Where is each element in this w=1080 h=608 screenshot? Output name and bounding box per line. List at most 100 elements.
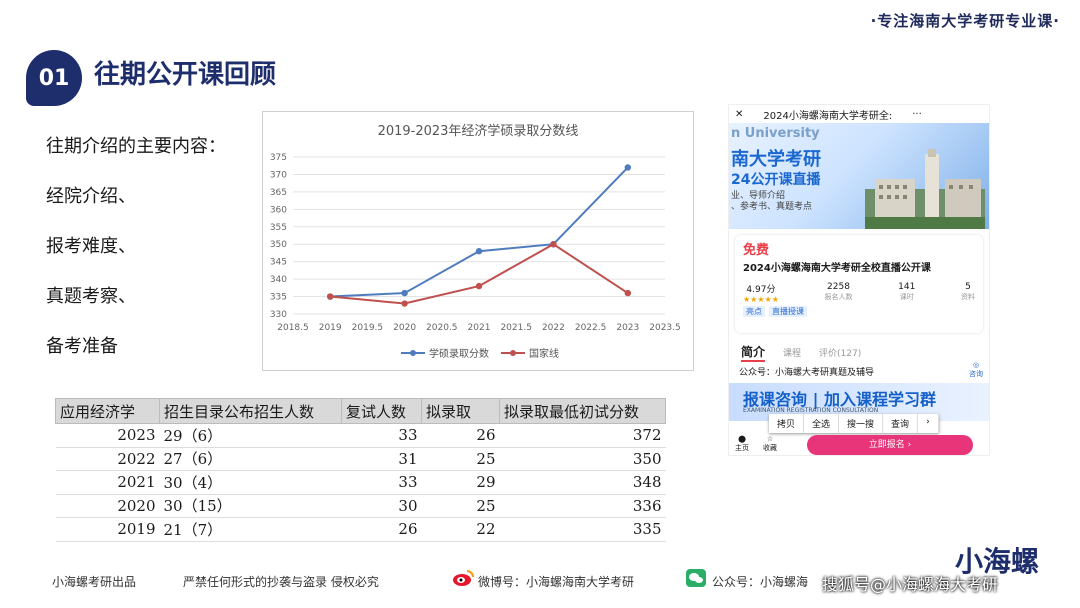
table-cell: 31 [341,447,422,471]
x-tick-label: 2019.5 [352,323,384,333]
table-header-cell: 拟录取最低初试分数 [499,398,666,424]
x-tick-label: 2020.5 [426,323,458,333]
data-point [475,248,483,255]
wechat-icon [686,569,706,587]
table-cell: 21（7） [159,517,342,542]
legend-label: 国家线 [529,347,559,360]
intro-line: 备考准备 [46,336,118,357]
table-cell: 30（4） [159,470,342,495]
enroll-button[interactable]: 立即报名 › [807,435,973,455]
tag: 直播授课 [769,306,807,317]
data-point [401,289,408,297]
intro-line: 报考难度、 [46,236,136,257]
star-rating-icon: ★★★★★ [743,295,779,304]
table-cell: 30 [341,494,422,518]
tagline: ·专注海南大学考研专业课· [870,12,1060,30]
table-header-cell: 拟录取 [421,398,500,424]
table-cell: 2021 [55,470,160,495]
table-row: 2023 29（6） 33 26 372 [55,423,666,448]
table-cell: 335 [499,517,666,542]
footer-wechat: 公众号：小海螺海 [712,575,809,589]
home-button[interactable]: ⬤ 主页 [735,435,749,453]
banner-subtitle: 24公开课直播 [731,172,821,188]
weibo-icon [452,569,474,587]
table-header-cell: 应用经济学 [55,398,160,424]
table-cell: 336 [499,494,666,518]
close-icon[interactable]: ✕ [735,109,743,120]
table-row: 2019 21（7） 26 22 335 [55,517,666,542]
y-tick-label: 340 [270,275,287,285]
y-tick-label: 370 [270,170,287,180]
x-tick-label: 2019 [319,323,342,333]
table-row: 2022 27（6） 31 25 350 [55,447,666,471]
course-card[interactable]: 免费 2024小海螺海南大学考研全校直播公开课 4.97分 ★★★★★ 2258 报… [735,235,983,333]
table-cell: 26 [421,423,500,448]
banner-topic-line: 业、导师介绍 [731,191,786,201]
data-point [624,164,631,171]
footer-brand: 小海螺考研出品 [52,575,137,589]
series-line [330,166,629,298]
y-tick-label: 355 [270,223,287,233]
table-row: 2020 30（15） 30 25 336 [55,494,666,518]
footer: 小海螺考研出品 严禁任何形式的抄袭与盗录 侵权必究 微博号：小海螺海南大学考研 … [0,565,1080,595]
legend-label: 学硕录取分数 [429,347,489,360]
table-cell: 2019 [55,517,160,542]
table-cell: 27（6） [159,447,342,471]
course-tags: 亮点 直播授课 [743,306,975,317]
tag: 亮点 [743,306,765,317]
phone-tabs: 简介 课程 评价(127) [729,333,989,362]
x-tick-label: 2022.5 [575,323,607,333]
table-cell: 30（15） [159,494,342,518]
x-tick-label: 2020 [393,323,416,333]
data-point [624,289,631,297]
y-tick-label: 335 [270,293,287,303]
y-tick-label: 330 [270,310,287,320]
consult-button[interactable]: ◎ 咨询 [969,361,983,379]
slide: ·专注海南大学考研专业课· 01 往期公开课回顾 往期介绍的主要内容： 经院介绍… [0,0,1080,608]
phone-page-title: 2024小海螺海南大学考研全: [763,110,893,122]
table-row: 2021 30（4） 33 29 348 [55,470,666,495]
banner-english: n University [731,126,820,141]
tab-reviews[interactable]: 评价(127) [819,346,861,359]
footer-copyright: 严禁任何形式的抄袭与盗录 侵权必究 [183,575,379,589]
data-point [550,241,557,248]
more-icon[interactable]: ··· [912,109,922,120]
home-icon: ⬤ [738,435,746,443]
y-tick-label: 350 [270,240,287,250]
footer-weibo: 微博号：小海螺海南大学考研 [478,575,635,589]
intro-list: 往期介绍的主要内容： 经院介绍、 报考难度、 真题考察、 备考准备 [46,136,246,386]
table-cell: 33 [341,423,422,448]
x-tick-label: 2021 [468,323,491,333]
x-tick-label: 2021.5 [500,323,531,333]
chart-svg: 2019-2023年经济学硕录取分数线 375 370 365 360 355 350 345… [270,123,681,360]
table-cell: 33 [341,470,422,495]
tab-course[interactable]: 课程 [783,346,801,359]
table-header-cell: 招生目录公布招生人数 [159,398,342,424]
stat-rating: 4.97分 ★★★★★ [743,285,779,304]
table-cell: 22 [421,517,500,542]
table-cell: 29 [421,470,500,495]
table-cell: 2022 [55,447,160,471]
banner-title: 南大学考研 [731,149,821,170]
headset-icon: ◎ [972,361,980,369]
x-tick-label: 2023.5 [649,323,681,333]
intro-line: 往期介绍的主要内容： [46,136,226,157]
table-cell: 372 [499,423,666,448]
data-point [327,293,334,300]
course-title: 2024小海螺海南大学考研全校直播公开课 [743,263,931,274]
table-header-cell: 复试人数 [341,398,422,424]
y-tick-label: 345 [270,258,287,268]
stat-lessons: 141 课时 [898,282,916,301]
campus-building-image [865,149,985,229]
legend-marker [410,350,416,356]
phone-screenshot: ✕ 2024小海螺海南大学考研全: ··· n University 南大学考研… [728,104,990,456]
x-tick-label: 2023 [616,323,639,333]
stat-enrolled: 2258 报名人数 [824,282,853,301]
table-cell: 25 [421,494,500,518]
table-cell: 350 [499,447,666,471]
table-cell: 25 [421,447,500,471]
phone-top-bar: ✕ 2024小海螺海南大学考研全: ··· [729,105,989,123]
favorite-button[interactable]: ☆ 收藏 [763,435,777,453]
star-icon: ☆ [766,435,774,443]
table-cell: 348 [499,470,666,495]
